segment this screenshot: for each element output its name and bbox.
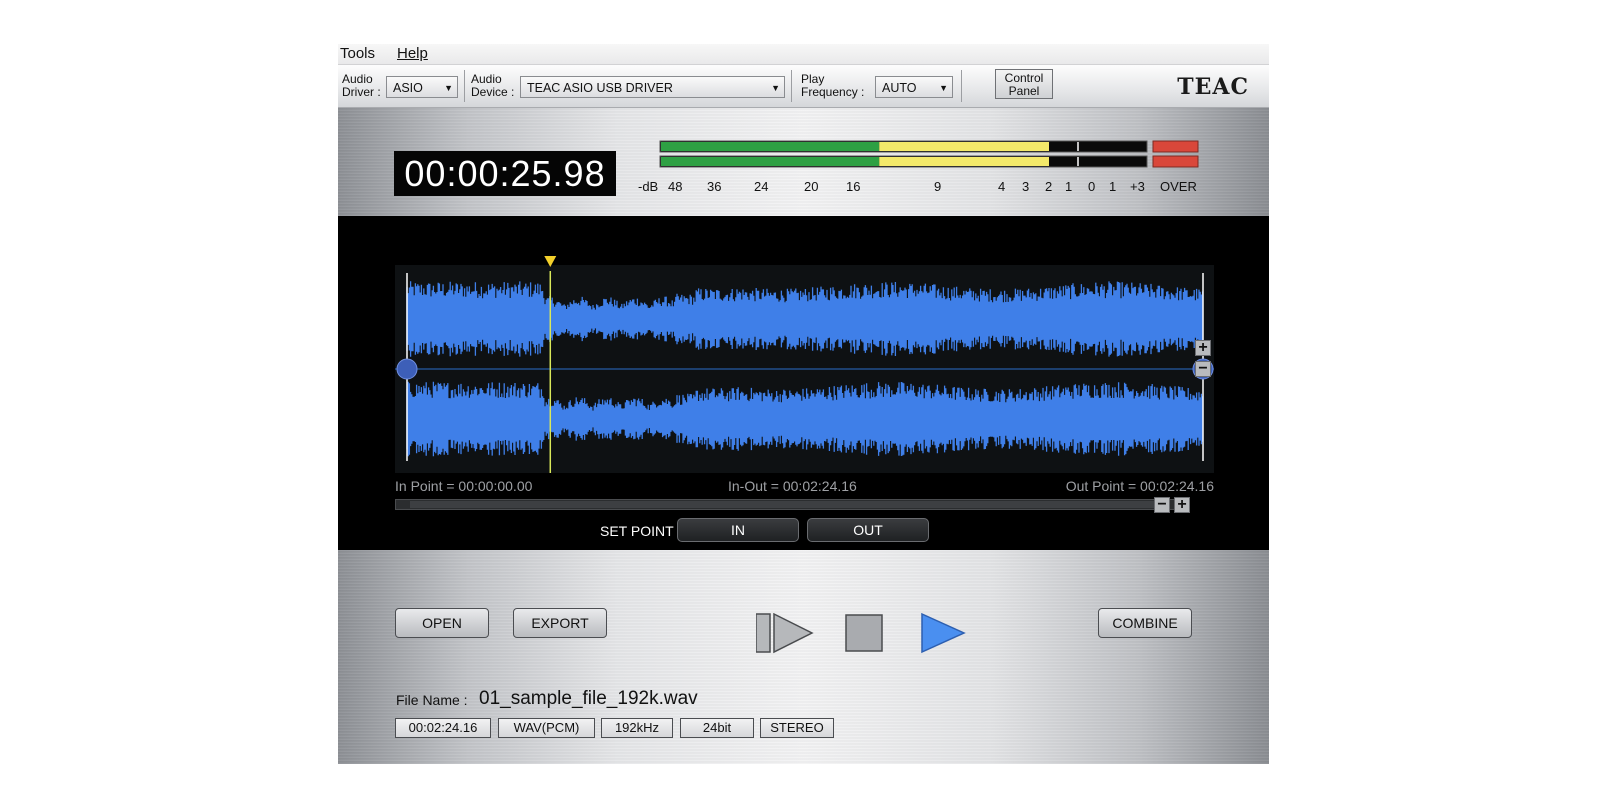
file-name-value: 01_sample_file_192k.wav	[479, 688, 698, 709]
play-frequency-label-line1: Play	[801, 72, 825, 86]
meter-scale-label: 1	[1109, 179, 1116, 194]
audio-driver-label-line1: Audio	[342, 72, 373, 86]
export-button[interactable]: EXPORT	[513, 608, 607, 638]
control-panel-area: OPEN EXPORT COMBINE File Name : 01_sampl…	[338, 550, 1269, 764]
plus-icon: +	[1177, 496, 1187, 513]
stop-icon[interactable]	[845, 614, 883, 652]
file-channels-badge: STEREO	[760, 718, 834, 738]
play-from-start-bar	[756, 613, 771, 653]
play-frequency-label-line2: Frequency :	[801, 85, 865, 99]
combine-button[interactable]: COMBINE	[1098, 608, 1192, 638]
menu-tools[interactable]: Tools	[340, 45, 375, 62]
menu-bar: Tools Help	[338, 44, 1269, 65]
audio-driver-select[interactable]: ASIO ▼	[386, 76, 458, 98]
over-indicator-left	[1152, 140, 1199, 153]
brand-logo: TEAC	[1177, 74, 1249, 100]
file-rate-badge: 192kHz	[601, 718, 673, 738]
control-panel-button[interactable]: Control Panel	[995, 69, 1053, 99]
zoom-in-horizontal-button[interactable]: +	[1174, 497, 1190, 513]
meter-scale-label: 24	[754, 179, 768, 194]
chevron-down-icon: ▼	[771, 83, 780, 93]
toolbar: Audio Driver : ASIO ▼ Audio Device : TEA…	[338, 65, 1269, 108]
set-out-button[interactable]: OUT	[807, 518, 929, 542]
audio-driver-value: ASIO	[393, 81, 423, 95]
waveform-canvas[interactable]	[395, 256, 1214, 473]
waveform-channel-right	[406, 381, 1204, 457]
meter-scale-label: 4	[998, 179, 1005, 194]
in-point-handle[interactable]	[396, 358, 418, 380]
meter-scale: -dB 48 36 24 20 16 9 4 3 2 1 0 1 +3 OVER	[638, 179, 1197, 194]
timecode-display: 00:00:25.98	[394, 151, 616, 196]
audio-device-label-line2: Device :	[471, 85, 515, 99]
play-icon[interactable]	[921, 613, 966, 654]
waveform-channel-left	[406, 281, 1204, 357]
file-name-label: File Name :	[396, 692, 468, 708]
over-indicator-right	[1152, 155, 1199, 168]
meter-scale-label: 16	[846, 179, 860, 194]
set-point-label: SET POINT	[600, 523, 674, 539]
toolbar-divider	[464, 70, 465, 102]
play-from-start-icon	[773, 613, 814, 654]
meter-scale-label: -dB	[638, 179, 658, 194]
waveform-scrollbar[interactable]	[395, 499, 1175, 510]
chevron-down-icon: ▼	[444, 83, 453, 93]
zoom-out-horizontal-button[interactable]: −	[1154, 497, 1170, 513]
chevron-down-icon: ▼	[939, 83, 948, 93]
zoom-out-vertical-button[interactable]: −	[1195, 361, 1211, 377]
file-bits-badge: 24bit	[680, 718, 754, 738]
meter-bars	[661, 142, 1079, 166]
playhead-marker-icon[interactable]	[544, 256, 557, 267]
audio-driver-label-line2: Driver :	[342, 85, 381, 99]
minus-icon: −	[1157, 496, 1167, 513]
meter-scale-label: 3	[1022, 179, 1029, 194]
meter-scale-label: 1	[1065, 179, 1072, 194]
transport-controls	[756, 613, 966, 654]
level-meter: -dB 48 36 24 20 16 9 4 3 2 1 0 1 +3 OVER	[638, 140, 1199, 194]
display-panel: 00:00:25.98 -dB 48 36 24 20 16 9 4 3 2 1 0 1 +3 OVER	[338, 108, 1269, 216]
toolbar-divider	[791, 70, 792, 102]
waveform-right-path	[406, 381, 1204, 457]
scrollbar-thumb[interactable]	[410, 501, 1158, 508]
meter-scale-label: OVER	[1160, 179, 1197, 194]
meter-scale-label: 20	[804, 179, 818, 194]
zoom-in-vertical-button[interactable]: +	[1195, 340, 1211, 356]
meter-green-0	[661, 142, 880, 151]
meter-scale-label: +3	[1130, 179, 1145, 194]
control-panel-label-line2: Panel	[1008, 84, 1040, 98]
meter-scale-label: 2	[1045, 179, 1052, 194]
file-format-badge: WAV(PCM)	[498, 718, 595, 738]
waveform-area: + − In Point = 00:00:00.00 In-Out = 00:0…	[338, 216, 1269, 550]
teac-app-window: Tools Help Audio Driver : ASIO ▼ Audio D…	[338, 44, 1269, 764]
meter-yellow-1	[879, 157, 1049, 166]
menu-help[interactable]: Help	[397, 45, 428, 62]
meter-scale-label: 0	[1088, 179, 1095, 194]
play-frequency-select[interactable]: AUTO ▼	[875, 76, 953, 98]
meter-scale-label: 36	[707, 179, 721, 194]
meter-scale-label: 48	[668, 179, 682, 194]
play-frequency-value: AUTO	[882, 81, 917, 95]
out-point-readout: Out Point = 00:02:24.16	[1065, 478, 1214, 494]
waveform-left-path	[406, 281, 1204, 357]
in-point-readout: In Point = 00:00:00.00	[395, 478, 533, 494]
audio-device-value: TEAC ASIO USB DRIVER	[527, 81, 673, 95]
meter-green-1	[661, 157, 880, 166]
set-in-button[interactable]: IN	[677, 518, 799, 542]
audio-device-select[interactable]: TEAC ASIO USB DRIVER ▼	[520, 76, 785, 98]
plus-icon: +	[1198, 339, 1208, 356]
file-duration-badge: 00:02:24.16	[395, 718, 491, 738]
meter-yellow-0	[879, 142, 1049, 151]
in-out-readout: In-Out = 00:02:24.16	[728, 478, 857, 494]
waveform-view[interactable]	[395, 256, 1214, 473]
play-from-start-button[interactable]	[756, 613, 814, 654]
open-button[interactable]: OPEN	[395, 608, 489, 638]
control-panel-label-line1: Control	[1004, 71, 1044, 85]
toolbar-divider	[961, 70, 962, 102]
audio-device-label-line1: Audio	[471, 72, 502, 86]
minus-icon: −	[1198, 360, 1208, 377]
playhead	[544, 256, 557, 473]
meter-scale-label: 9	[934, 179, 941, 194]
